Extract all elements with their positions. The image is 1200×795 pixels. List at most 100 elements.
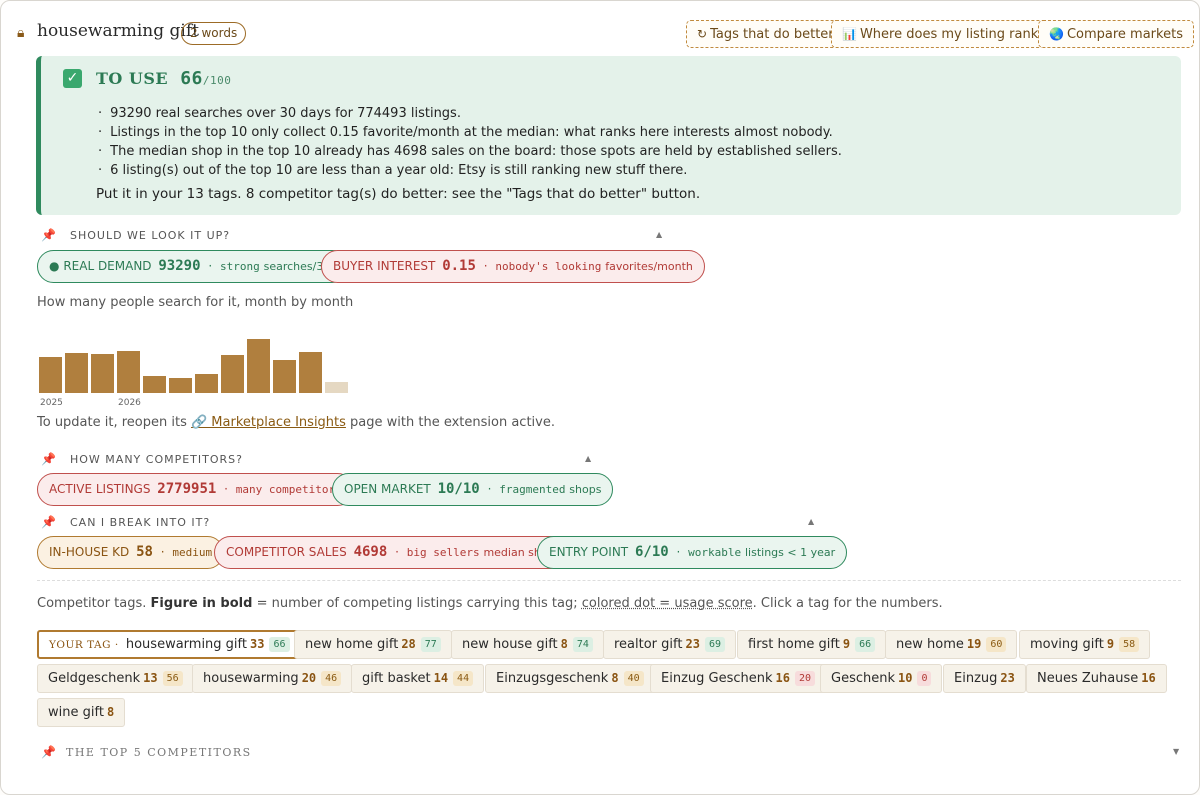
tag-name: first home gift (748, 637, 840, 652)
your-tag-label: YOUR TAG · (49, 639, 119, 651)
tag-chip[interactable]: new house gift 8 74 (451, 630, 604, 659)
tag-count: 33 (250, 637, 265, 651)
section-title: SHOULD WE LOOK IT UP? (70, 229, 231, 242)
section-header-top5[interactable]: 📌 THE TOP 5 COMPETITORS ▼ (41, 745, 1181, 763)
metric-qualifier: big sellers (406, 546, 480, 559)
collapse-caret-icon: ▲ (585, 454, 592, 463)
tag-chip[interactable]: Einzug Geschenk 16 20 (650, 664, 827, 693)
monthly-search-chart: 2025 2026 (39, 339, 348, 408)
section-title: THE TOP 5 COMPETITORS (66, 746, 252, 759)
metric-qualifier: strong (220, 260, 260, 273)
tag-chip[interactable]: new home gift 28 77 (294, 630, 452, 659)
legend-prefix: Competitor tags. (37, 596, 151, 611)
verdict-bullet: 6 listing(s) out of the top 10 are less … (96, 161, 842, 180)
verdict-bullets: 93290 real searches over 30 days for 774… (96, 104, 842, 180)
metric-label: BUYER INTEREST (333, 259, 436, 273)
chart-bar (169, 378, 192, 393)
section-title: HOW MANY COMPETITORS? (70, 453, 243, 466)
chart-bar (195, 374, 218, 393)
chart-bar (39, 357, 62, 393)
pin-icon: 📌 (41, 452, 56, 466)
collapse-caret-icon: ▲ (808, 517, 815, 526)
metric-entry-point: ENTRY POINT 6/10 · workable listings < 1… (537, 536, 848, 569)
tag-score: 66 (269, 637, 290, 652)
metric-value: 2779951 (157, 481, 217, 497)
metric-unit: shops (569, 483, 602, 496)
tag-count: 16 (1141, 671, 1156, 685)
chart-tick-label: 2025 (40, 398, 63, 408)
tag-count: 23 (1000, 671, 1015, 685)
collapse-caret-icon: ▲ (656, 230, 663, 239)
tag-name: new home (896, 637, 964, 652)
chart-caption: How many people search for it, month by … (37, 295, 354, 310)
update-note-before: To update it, reopen its (37, 415, 191, 430)
compare-markets-button[interactable]: 🌏 Compare markets (1038, 20, 1194, 48)
listing-rank-button[interactable]: 📊 Where does my listing rank? (831, 20, 1057, 48)
tag-chip[interactable]: moving gift 9 58 (1019, 630, 1151, 659)
tag-score: 44 (453, 671, 474, 686)
tag-name: Geldgeschenk (48, 671, 141, 686)
section-header-competitors[interactable]: 📌 HOW MANY COMPETITORS? ▲ (41, 452, 593, 470)
verdict-advice: Put it in your 13 tags. 8 competitor tag… (96, 186, 701, 202)
section-header-lookup[interactable]: 📌 SHOULD WE LOOK IT UP? ▲ (41, 228, 663, 246)
metric-unit: favorites/month (605, 260, 693, 273)
tag-chip[interactable]: new home 19 60 (885, 630, 1018, 659)
tag-count: 23 (685, 637, 700, 651)
listing-rank-label: Where does my listing rank? (859, 27, 1046, 42)
tag-name: wine gift (48, 705, 104, 720)
chart-tick-label: 2026 (118, 398, 141, 408)
tag-chip[interactable]: Geschenk 10 0 (820, 664, 943, 693)
tag-chip[interactable]: housewarming 20 46 (192, 664, 353, 693)
tag-chip[interactable]: Neues Zuhause 16 (1026, 664, 1167, 693)
tag-chip[interactable]: Einzug 23 (943, 664, 1026, 693)
tag-chip[interactable]: realtor gift 23 69 (603, 630, 736, 659)
tag-score: 20 (794, 671, 816, 686)
keyword-card: 🔒︎ housewarming gift 2 words ↻ Tags that … (0, 0, 1200, 795)
tag-score: 40 (623, 671, 644, 686)
tag-chip[interactable]: wine gift 8 (37, 698, 126, 727)
marketplace-insights-link[interactable]: 🔗 Marketplace Insights (191, 415, 346, 430)
tags-legend: Competitor tags. Figure in bold = number… (37, 596, 943, 611)
tag-score: 74 (572, 637, 593, 652)
tag-count: 9 (842, 637, 851, 651)
verdict-label: TO USE (96, 69, 169, 88)
tags-that-do-better-button[interactable]: ↻ Tags that do better (686, 20, 845, 48)
tag-chip[interactable]: Einzugsgeschenk 8 40 (485, 664, 655, 693)
tag-score: 58 (1119, 637, 1140, 652)
tag-chip[interactable]: Geldgeschenk 13 56 (37, 664, 194, 693)
chart-bar (65, 353, 88, 393)
pin-icon: 📌 (41, 515, 56, 529)
tag-chip[interactable]: first home gift 9 66 (737, 630, 887, 659)
tag-chip-your-tag[interactable]: YOUR TAG · housewarming gift 33 66 (37, 630, 302, 659)
metric-value: 58 (136, 544, 153, 560)
verdict-bullet: Listings in the top 10 only collect 0.15… (96, 123, 842, 142)
legend-bold: Figure in bold (150, 596, 253, 611)
tag-chip[interactable]: gift basket 14 44 (351, 664, 485, 693)
tag-count: 8 (611, 671, 619, 685)
tag-score: 66 (855, 637, 876, 652)
metric-buyer-interest: BUYER INTEREST 0.15 · nobody's looking f… (321, 250, 705, 283)
tag-count: 19 (966, 637, 982, 651)
verdict-heading: TO USE 66/100 (96, 68, 231, 89)
tag-score: 77 (420, 637, 441, 652)
refresh-icon: ↻ (697, 27, 708, 41)
metric-in-house-kd: IN-HOUSE KD 58 · medium (37, 536, 225, 569)
verdict-bullet: The median shop in the top 10 already ha… (96, 142, 842, 161)
verdict-panel: ✓ TO USE 66/100 93290 real searches over… (36, 56, 1181, 215)
tag-name: housewarming gift (125, 637, 247, 652)
metric-active-listings: ACTIVE LISTINGS 2779951 · many competito… (37, 473, 354, 506)
keyword-title: housewarming gift (37, 21, 199, 41)
metric-value: 10/10 (437, 481, 480, 497)
metric-value: 93290 (158, 258, 201, 274)
metric-competitor-sales: COMPETITOR SALES 4698 · big sellers medi… (214, 536, 567, 569)
metric-label: REAL DEMAND (63, 259, 152, 273)
metric-label: ENTRY POINT (549, 545, 629, 559)
section-header-break-in[interactable]: 📌 CAN I BREAK INTO IT? ▲ (41, 515, 817, 533)
chart-bar (143, 376, 166, 393)
update-note: To update it, reopen its 🔗 Marketplace I… (37, 415, 555, 430)
metric-qualifier: workable (688, 546, 742, 559)
keyword-header: 🔒︎ housewarming gift 2 words ↻ Tags that … (17, 19, 1194, 49)
tag-score: 60 (986, 637, 1007, 652)
metric-label: OPEN MARKET (344, 482, 431, 496)
metric-value: 6/10 (634, 544, 669, 560)
